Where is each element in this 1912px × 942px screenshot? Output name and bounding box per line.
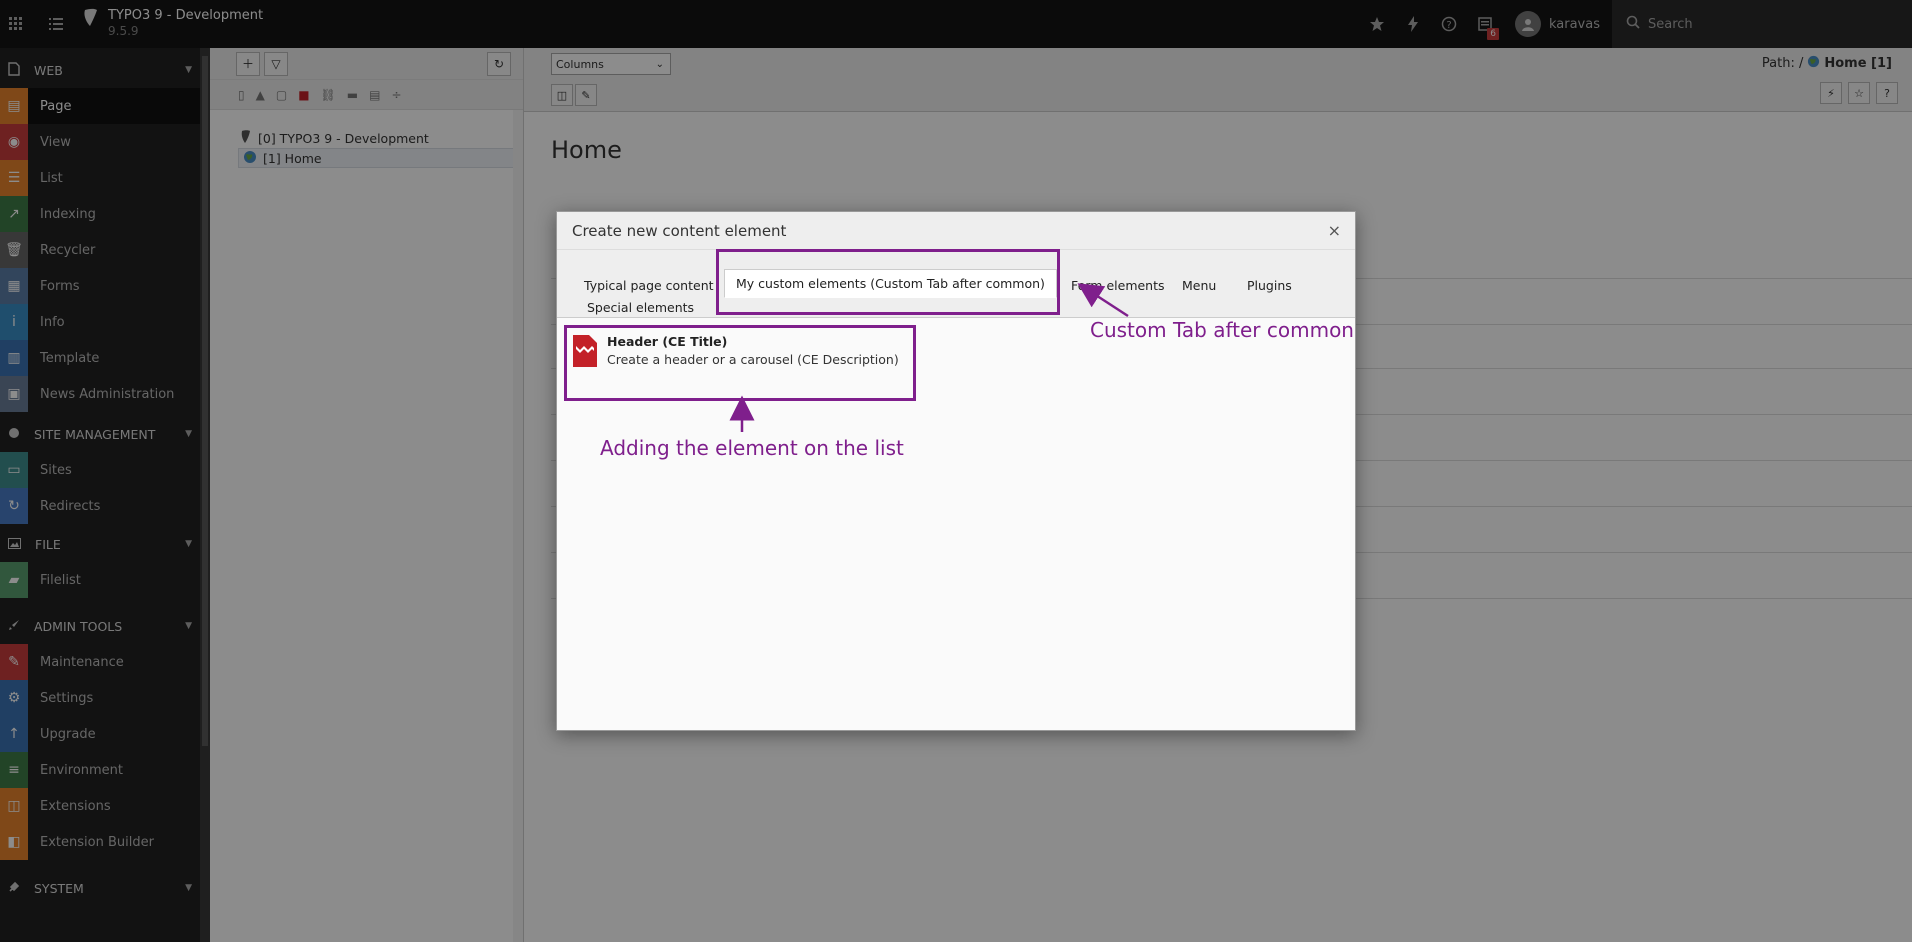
modal-title: Create new content element bbox=[572, 221, 787, 240]
tab-plugins[interactable]: Plugins bbox=[1239, 274, 1300, 297]
annotation-tab-note: Custom Tab after common bbox=[1090, 318, 1354, 342]
tab-typical-page-content[interactable]: Typical page content bbox=[576, 274, 722, 297]
annotation-tab-highlight bbox=[716, 249, 1060, 315]
tab-special-elements[interactable]: Special elements bbox=[579, 296, 702, 319]
tab-form-elements[interactable]: Form elements bbox=[1063, 274, 1173, 297]
annotation-item-note: Adding the element on the list bbox=[600, 436, 904, 460]
modal-header: Create new content element × bbox=[557, 212, 1355, 250]
annotation-item-highlight bbox=[564, 325, 916, 401]
tab-menu[interactable]: Menu bbox=[1174, 274, 1224, 297]
close-icon[interactable]: × bbox=[1328, 221, 1341, 240]
